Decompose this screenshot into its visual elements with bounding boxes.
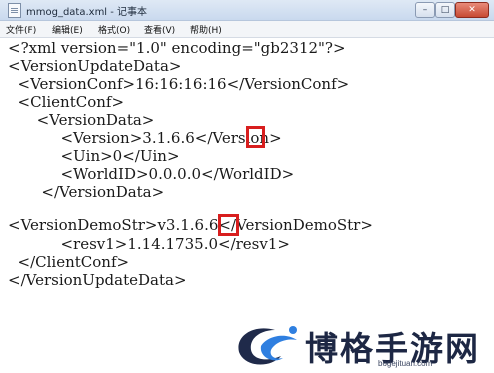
editor-line-1: <?xml version="1.0" encoding="gb2312"?> [8,39,346,57]
title-bar[interactable]: mmog_data.xml - 记事本 – □ ✕ [0,0,494,21]
editor-line-9: </VersionData> [8,183,165,201]
editor-line-2: <VersionUpdateData> [8,57,182,75]
editor-line-12: <resv1>1.14.1735.0</resv1> [8,235,290,253]
minimize-button[interactable]: – [415,2,435,18]
editor-line-3: <VersionConf>16:16:16:16</VersionConf> [8,75,350,93]
version-highlight-box [246,126,265,148]
notepad-window: mmog_data.xml - 记事本 – □ ✕ 文件(F) 编辑(E) 格式… [0,0,494,373]
menu-file[interactable]: 文件(F) [6,23,36,36]
notepad-icon [8,3,21,18]
demo-version-highlight-box [218,214,239,236]
editor-line-11: <VersionDemoStr>v3.1.6.6</VersionDemoStr… [8,216,373,234]
menu-format[interactable]: 格式(O) [98,23,130,36]
menu-edit[interactable]: 编辑(E) [52,23,83,36]
window-title: mmog_data.xml - 记事本 [26,7,148,18]
editor-line-8: <WorldID>0.0.0.0</WorldID> [8,165,295,183]
maximize-button[interactable]: □ [435,2,455,18]
editor-line-7: <Uin>0</Uin> [8,147,180,165]
editor-line-13: </ClientConf> [8,253,130,271]
editor-line-5: <VersionData> [8,111,155,129]
watermark-url: bogejituan.com [378,359,433,368]
editor-line-14: </VersionUpdateData> [8,271,187,289]
editor-line-6: <Version>3.1.6.6</Version> [8,129,282,147]
editor-line-4: <ClientConf> [8,93,125,111]
menu-view[interactable]: 查看(V) [144,23,175,36]
menu-help[interactable]: 帮助(H) [190,23,222,36]
menu-bar: 文件(F) 编辑(E) 格式(O) 查看(V) 帮助(H) [0,21,494,38]
watermark-logo-icon [238,326,297,365]
close-button[interactable]: ✕ [455,2,489,18]
